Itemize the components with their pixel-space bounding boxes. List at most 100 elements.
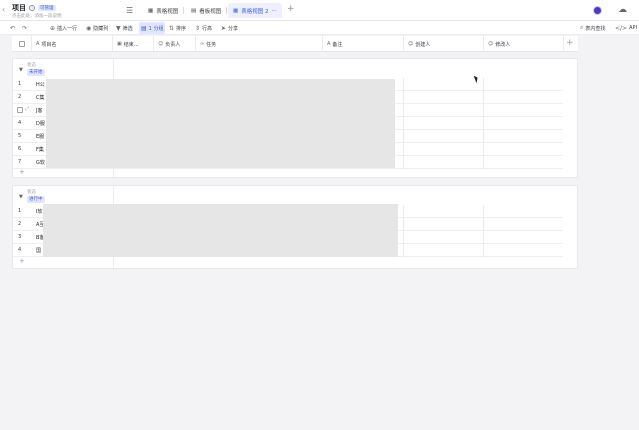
page-description[interactable]: 点击此处，添加一段说明 [12,13,62,19]
api-button[interactable]: </> API [615,22,637,34]
redo-button[interactable]: ↷ [22,22,27,34]
tab-label: 表格视图 [156,8,179,15]
cell-project-name[interactable]: F集 [36,146,44,153]
back-icon[interactable]: ‹ [2,5,5,14]
sort-icon: ⇅ [169,24,175,32]
app-window: ‹ 项目 i 可管理 点击此处，添加一段说明 ☰ ▦ 表格视图 ▤ 看板视图 ▦… [0,0,639,430]
column-header-modifier[interactable]: ☺ 修改人 [484,36,564,52]
undo-icon: ↶ [10,24,16,32]
group-card-not-started: ▼ 状态 未开始 1 H公 2 C集 ⤢ J客 4 D服 5 E服 6 F集 7… [12,58,578,179]
cell-project-name[interactable]: E服 [36,133,44,140]
eye-icon: ◉ [86,24,92,32]
row-number: 2 [18,221,22,227]
column-header-notes[interactable]: A 备注 [323,36,404,52]
cell-divider [483,91,484,104]
share-button[interactable]: ➤ 分享 [221,22,238,34]
group-button[interactable]: ▤ 1 分组 [139,22,166,34]
tab-kanban-view[interactable]: ▤ 看板视图 [186,3,226,18]
redo-icon: ↷ [22,24,28,32]
column-header-owner[interactable]: ☺ 负责人 [154,36,196,52]
toolbar-label: 1 分组 [148,25,164,32]
column-label: 项目名 [41,41,57,48]
cell-divider [483,231,484,244]
cell-project-name[interactable]: 国 [36,247,41,254]
row-height-button[interactable]: ⇕ 行高 [195,22,212,34]
grid-icon: ▦ [148,7,154,14]
column-header-task[interactable]: ∞ 任务 [196,36,323,52]
cell-divider [483,117,484,130]
toolbar-label: 排序 [176,25,187,32]
chevron-down-icon[interactable]: ▼ [19,67,23,73]
row-number: 6 [18,146,22,152]
row-number: 1 [18,208,22,214]
table-search-button[interactable]: ⌕ 表内查找 [580,22,605,34]
tab-divider [183,7,184,14]
toolbar-label: 隐藏列 [93,25,109,32]
add-circle-icon: ⊕ [50,24,56,32]
redacted-content-block [46,79,395,168]
cell-divider [403,78,404,91]
cloud-icon[interactable]: ☁ [618,5,627,15]
column-label: 负责人 [165,41,181,48]
toolbar-label: API [629,25,637,31]
cell-divider [483,104,484,117]
cell-project-name[interactable]: J客 [36,107,42,114]
tab-table-view[interactable]: ▦ 表格视图 [143,3,183,18]
cell-project-name[interactable]: D服 [36,120,45,127]
column-header-end-date[interactable]: ▣ 结束... [113,36,154,52]
select-all-cell [12,36,32,52]
insert-row-button[interactable]: ⊕ 插入一行 [50,22,77,34]
column-header-row: A 项目名 ▣ 结束... ☺ 负责人 ∞ 任务 A 备注 ☺ 创建人 ☺ 修改… [12,36,578,52]
tab-label: 看板视图 [199,8,222,15]
page-title[interactable]: 项目 [12,3,26,13]
cell-divider [403,218,404,231]
hide-columns-button[interactable]: ◉ 隐藏列 [86,22,108,34]
tab-label: 表格视图 2 [241,8,269,15]
column-label: 任务 [206,41,217,48]
avatar[interactable] [593,6,602,15]
group-header[interactable]: ▼ 状态 未开始 [13,59,113,79]
cell-divider [483,143,484,156]
group-card-in-progress: ▼ 状态 进行中 1 I软 2 A互 3 B客 4 国 + [12,185,578,270]
row-number: 1 [18,81,22,87]
person-icon: ☺ [408,41,414,47]
cell-project-name[interactable]: H公 [36,81,45,88]
cell-divider [403,244,404,257]
add-column-button[interactable]: + [566,38,574,48]
cell-divider [483,218,484,231]
toolbar-label: 分享 [228,25,239,32]
add-row-button[interactable]: + [19,168,25,176]
column-header-project-name[interactable]: A 项目名 [32,36,113,52]
cell-divider [483,205,484,218]
menu-icon[interactable]: ☰ [126,6,133,15]
sort-button[interactable]: ⇅ 排序 [169,22,186,34]
select-all-checkbox[interactable] [18,41,25,47]
group-header[interactable]: ▼ 状态 进行中 [13,186,113,206]
cell-project-name[interactable]: G软 [36,159,45,166]
undo-button[interactable]: ↶ [10,22,15,34]
row-checkbox[interactable] [17,107,23,113]
tab-table-view-2[interactable]: ▦ 表格视图 2 ··· [228,3,282,18]
group-field-label: 状态 [27,63,36,68]
row-number: 2 [18,94,22,100]
cell-project-name[interactable]: C集 [36,94,45,101]
link-icon: ∞ [200,41,205,47]
add-row-button[interactable]: + [19,257,25,265]
toolbar-label: 表内查找 [585,25,606,32]
header: ‹ 项目 i 可管理 点击此处，添加一段说明 ☰ ▦ 表格视图 ▤ 看板视图 ▦… [0,0,639,21]
redacted-content-block [43,204,398,257]
toolbar-label: 插入一行 [57,25,78,32]
expand-icon[interactable]: ⤢ [25,106,29,112]
api-icon: </> [615,24,628,32]
toolbar-label: 行高 [202,25,213,32]
add-view-button[interactable]: + [287,4,295,14]
cell-project-name[interactable]: I软 [36,208,42,215]
filter-button[interactable]: ▼ 筛选 [116,22,133,34]
cell-divider [403,231,404,244]
column-label: 备注 [332,41,343,48]
share-icon: ➤ [221,24,227,32]
column-header-creator[interactable]: ☺ 创建人 [404,36,484,52]
info-icon[interactable]: i [29,5,35,11]
chevron-down-icon[interactable]: ▼ [19,194,23,200]
more-icon[interactable]: ··· [271,8,276,14]
